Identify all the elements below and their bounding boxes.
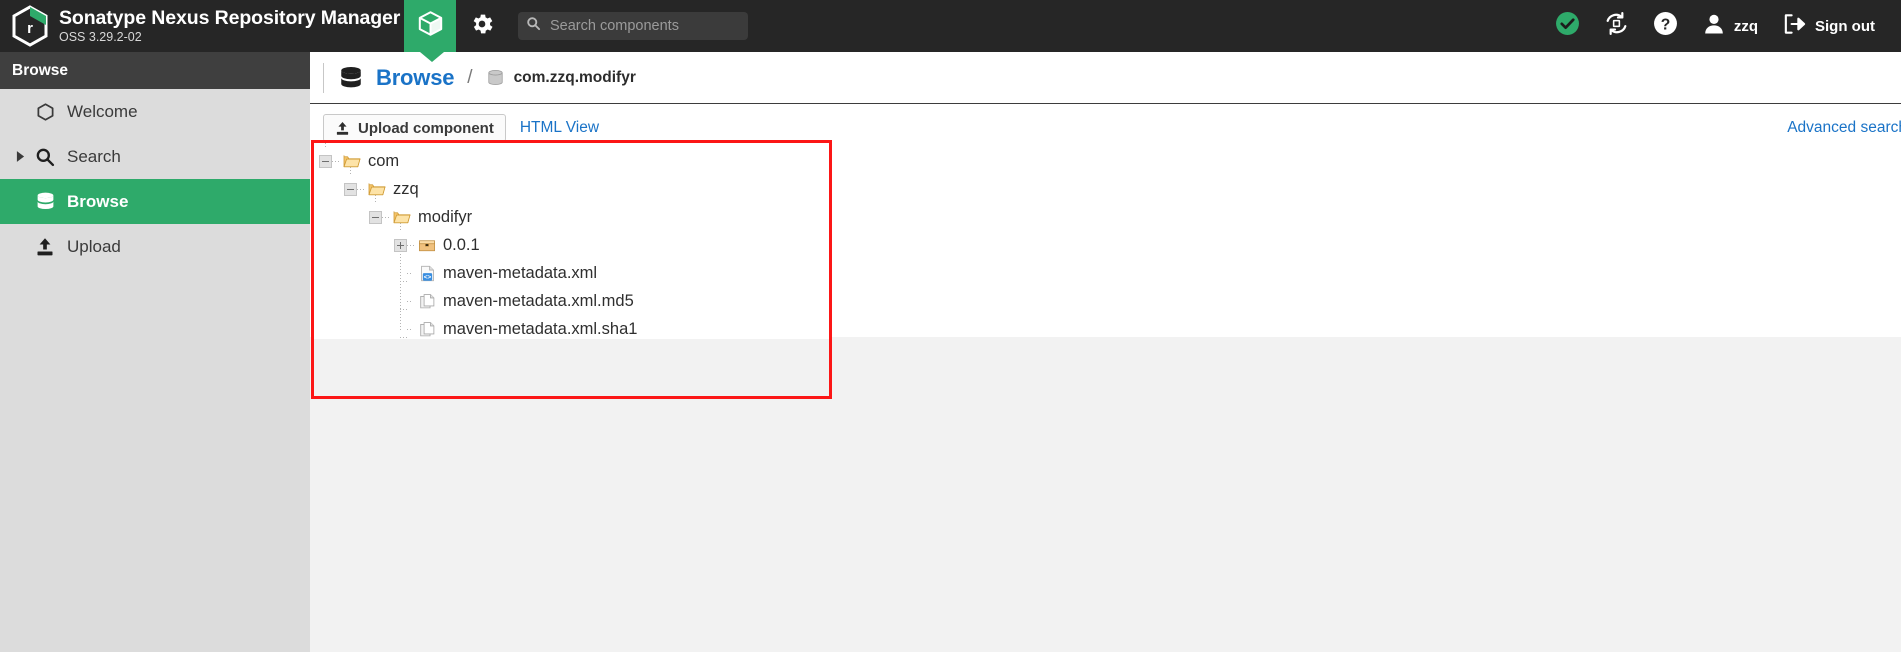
tree-connector — [394, 323, 407, 338]
tree-connector — [407, 315, 417, 343]
search-icon — [526, 16, 548, 36]
tree-connector — [357, 175, 367, 203]
tree-row[interactable]: com — [314, 147, 829, 175]
package-box-icon — [417, 237, 437, 253]
app-version: OSS 3.29.2-02 — [59, 29, 142, 44]
breadcrumb-root-link[interactable]: Browse — [376, 65, 454, 91]
tree-row[interactable]: <> maven-metadata.xml — [314, 259, 829, 287]
svg-text:?: ? — [1661, 16, 1671, 33]
sidebar-title-bar: Browse — [0, 52, 310, 89]
top-header-bar: r Sonatype Nexus Repository Manager OSS … — [0, 0, 1901, 52]
upload-icon — [335, 121, 350, 136]
search-icon — [30, 147, 60, 167]
breadcrumb-separator: / — [467, 66, 473, 88]
upload-component-label: Upload component — [358, 119, 494, 137]
database-stack-icon — [30, 191, 60, 212]
tree-row[interactable]: 0.0.1 — [314, 231, 829, 259]
user-avatar-icon — [1702, 12, 1726, 41]
refresh-button[interactable] — [1592, 0, 1641, 52]
help-button[interactable]: ? — [1641, 0, 1690, 52]
global-search-box[interactable] — [518, 12, 748, 40]
folder-open-icon — [342, 153, 362, 169]
sidebar-bottom-filler — [0, 600, 310, 652]
sidebar-item-search[interactable]: Search — [0, 134, 310, 179]
tree-row[interactable]: zzq — [314, 175, 829, 203]
folder-open-icon — [392, 209, 412, 225]
user-menu-button[interactable]: zzq — [1690, 0, 1770, 52]
question-circle-icon: ? — [1653, 11, 1678, 41]
tree-toggle-minus-icon[interactable] — [369, 210, 382, 224]
chevron-right-icon[interactable] — [16, 151, 30, 162]
tree-toggle-plus-icon[interactable] — [394, 238, 407, 252]
upload-icon — [30, 237, 60, 257]
copy-file-icon — [417, 321, 437, 338]
search-input[interactable] — [548, 12, 740, 40]
sidebar-item-upload[interactable]: Upload — [0, 224, 310, 269]
header-actions: ? zzq Sign out — [1543, 0, 1901, 52]
tree-connector — [407, 259, 417, 287]
tree-row[interactable]: modifyr — [314, 203, 829, 231]
sidebar-item-label: Welcome — [67, 101, 138, 121]
upload-component-button[interactable]: Upload component — [323, 114, 506, 142]
tree-node-label: maven-metadata.xml — [443, 263, 598, 282]
sidebar-item-label: Upload — [67, 236, 121, 256]
brand-block[interactable]: r Sonatype Nexus Repository Manager OSS … — [0, 0, 404, 52]
database-stack-icon — [338, 65, 364, 91]
tree-connector — [394, 295, 407, 310]
breadcrumb: Browse / com.zzq.modifyr — [310, 52, 1901, 104]
breadcrumb-leaf-label: com.zzq.modifyr — [513, 68, 636, 86]
browse-tile-button[interactable] — [404, 0, 456, 52]
sign-out-icon — [1782, 12, 1807, 41]
hexagon-outline-icon — [30, 102, 60, 122]
tree-node-label: maven-metadata.xml.md5 — [443, 291, 634, 310]
repository-icon — [486, 68, 505, 87]
tree-node-label: maven-metadata.xml.sha1 — [443, 319, 638, 338]
app-title: Sonatype Nexus Repository Manager — [59, 6, 401, 29]
system-status-button[interactable] — [1543, 0, 1592, 52]
tree-row[interactable]: maven-metadata.xml.sha1 — [314, 315, 829, 343]
tree-node-label: zzq — [393, 179, 419, 198]
tree-node-label: 0.0.1 — [443, 235, 480, 254]
tree-toggle-minus-icon[interactable] — [319, 154, 332, 168]
xml-file-icon: <> — [417, 265, 437, 282]
sidebar-item-browse[interactable]: Browse — [0, 179, 310, 224]
html-view-link[interactable]: HTML View — [520, 119, 599, 137]
svg-text:<>: <> — [423, 274, 431, 281]
sign-out-button[interactable]: Sign out — [1770, 0, 1887, 52]
nexus-hexagon-logo-icon: r — [10, 5, 50, 47]
tree-connector — [394, 267, 407, 282]
sidebar-item-welcome[interactable]: Welcome — [0, 89, 310, 134]
main-content: Browse / com.zzq.modifyr Upload componen… — [310, 52, 1901, 652]
copy-file-icon — [417, 293, 437, 310]
cube-box-icon — [417, 10, 444, 42]
gear-icon — [469, 11, 495, 42]
component-tree: com zzq modifyr 0.0.1 <> maven-metadata.… — [314, 143, 829, 343]
breadcrumb-divider — [323, 62, 324, 93]
component-tree-panel: com zzq modifyr 0.0.1 <> maven-metadata.… — [311, 140, 832, 399]
sidebar-title: Browse — [12, 61, 68, 79]
tree-connector — [382, 203, 392, 231]
refresh-sync-icon — [1604, 11, 1629, 41]
tree-empty-area — [314, 339, 829, 396]
tree-connector — [407, 231, 417, 259]
svg-text:r: r — [27, 20, 33, 37]
advanced-search-link[interactable]: Advanced search — [1787, 119, 1901, 137]
settings-tile-button[interactable] — [456, 0, 508, 52]
sidebar-item-label: Search — [67, 146, 121, 166]
sidebar-item-label: Browse — [67, 191, 129, 211]
tree-row[interactable]: maven-metadata.xml.md5 — [314, 287, 829, 315]
user-name-label: zzq — [1733, 17, 1758, 35]
tree-connector — [407, 287, 417, 315]
tree-node-label: com — [368, 151, 400, 170]
tree-toggle-minus-icon[interactable] — [344, 182, 357, 196]
check-circle-icon — [1555, 11, 1580, 41]
sidebar: Browse Welcome Search Browse Upload — [0, 52, 310, 652]
sign-out-label: Sign out — [1815, 17, 1875, 35]
tree-connector — [332, 147, 342, 175]
tree-node-label: modifyr — [418, 207, 473, 226]
folder-open-icon — [367, 181, 387, 197]
